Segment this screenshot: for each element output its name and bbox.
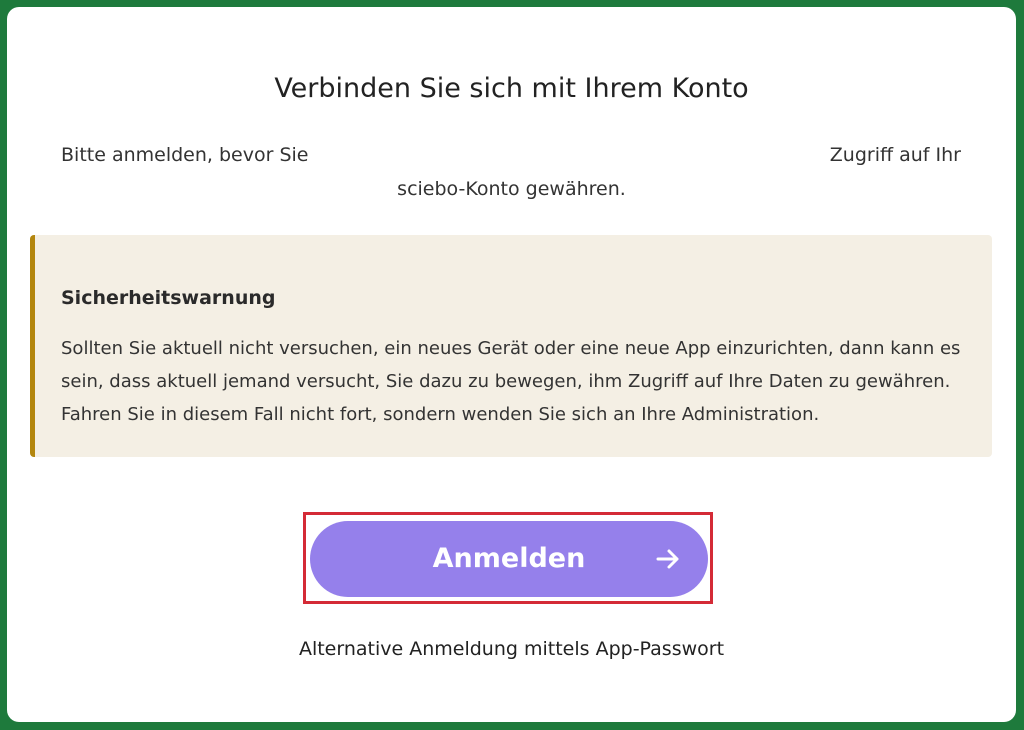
intro-text-line2: sciebo-Konto gewähren. [397, 178, 626, 200]
login-flow-card: Verbinden Sie sich mit Ihrem Konto Bitte… [7, 7, 1016, 722]
page-title: Verbinden Sie sich mit Ihrem Konto [274, 73, 749, 104]
intro-text-end: Zugriff auf Ihr [829, 144, 961, 166]
warning-title: Sicherheitswarnung [61, 287, 276, 309]
warning-text: Sollten Sie aktuell nicht versuchen, ein… [61, 338, 961, 425]
login-button[interactable]: Anmelden [310, 521, 708, 597]
alternative-login-link[interactable]: Alternative Anmeldung mittels App-Passwo… [7, 635, 1016, 663]
arrow-right-icon [656, 549, 679, 569]
security-warning-box: Sicherheitswarnung Sollten Sie aktuell n… [30, 235, 992, 457]
intro-text-start: Bitte anmelden, bevor Sie [61, 144, 309, 166]
login-button-label: Anmelden [432, 543, 586, 574]
